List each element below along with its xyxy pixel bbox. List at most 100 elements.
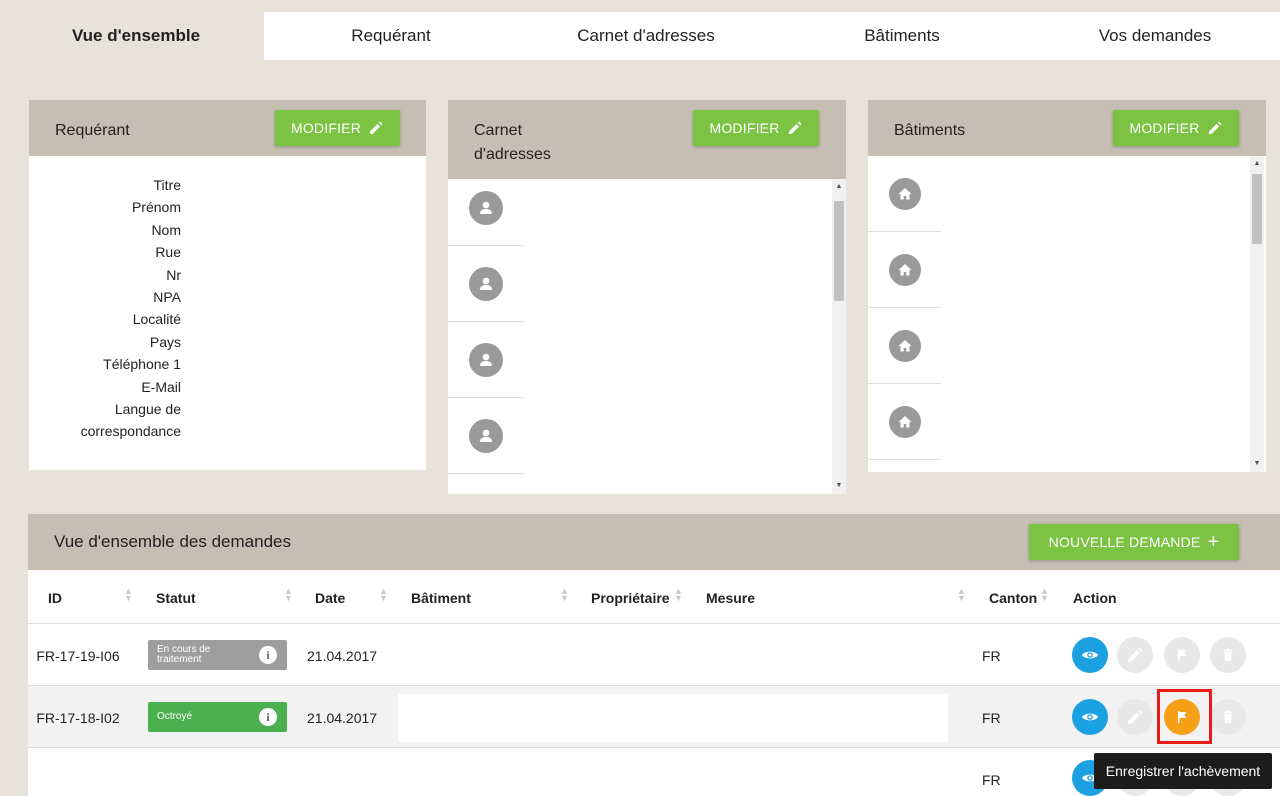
tab-vos-demandes[interactable]: Vos demandes xyxy=(1030,12,1280,60)
eye-icon xyxy=(1082,651,1098,659)
field-label-localite: Localité xyxy=(132,311,181,328)
sort-icon[interactable]: ▲ ▼ xyxy=(124,587,133,603)
field-label-npa: NPA xyxy=(153,289,181,306)
carnet-title-line1: Carnet xyxy=(474,122,523,139)
field-label-nr: Nr xyxy=(166,266,181,283)
list-item[interactable] xyxy=(868,308,941,384)
field-label-telephone: Téléphone 1 xyxy=(103,356,181,373)
column-header-proprietaire[interactable]: Propriétaire xyxy=(591,590,670,606)
requerant-panel-header: Requérant MODIFIER xyxy=(29,100,426,156)
list-item[interactable] xyxy=(448,179,524,246)
field-label-rue: Rue xyxy=(155,244,181,261)
list-item[interactable] xyxy=(448,246,524,322)
row-date: 21.04.2017 xyxy=(307,648,378,664)
field-label-email: E-Mail xyxy=(141,378,181,395)
list-item[interactable] xyxy=(868,384,941,460)
column-header-date[interactable]: Date xyxy=(315,590,345,606)
scroll-up-arrow-icon[interactable]: ▲ xyxy=(1253,160,1261,168)
batiments-panel: Bâtiments MODIFIER ▲ ▼ xyxy=(868,100,1266,472)
field-label-nom: Nom xyxy=(151,221,181,238)
pencil-icon xyxy=(1128,709,1143,724)
trash-icon xyxy=(1223,648,1233,661)
carnet-title-line2: d'adresses xyxy=(474,146,551,163)
field-label-pays: Pays xyxy=(149,333,181,350)
eye-icon xyxy=(1082,713,1098,721)
scroll-up-arrow-icon[interactable]: ▲ xyxy=(835,183,843,191)
carnet-list[interactable] xyxy=(448,179,832,494)
home-icon xyxy=(888,253,921,286)
scroll-down-arrow-icon[interactable]: ▼ xyxy=(1253,460,1261,468)
home-icon xyxy=(888,405,921,438)
sort-icon[interactable]: ▲ ▼ xyxy=(284,587,293,603)
scroll-thumb[interactable] xyxy=(1252,174,1262,244)
scroll-down-arrow-icon[interactable]: ▼ xyxy=(835,482,843,490)
status-badge: En cours de traitement i xyxy=(148,640,287,670)
column-header-statut[interactable]: Statut xyxy=(156,590,196,606)
view-button[interactable] xyxy=(1072,637,1108,673)
edit-button[interactable] xyxy=(1117,637,1153,673)
list-item[interactable] xyxy=(868,156,941,232)
scroll-thumb[interactable] xyxy=(834,201,844,301)
person-icon xyxy=(469,418,503,453)
pencil-icon xyxy=(1128,647,1143,662)
tab-batiments[interactable]: Bâtiments xyxy=(774,12,1030,60)
delete-button[interactable] xyxy=(1210,637,1246,673)
tab-vue-ensemble[interactable]: Vue d'ensemble xyxy=(8,12,264,60)
column-header-id[interactable]: ID xyxy=(48,590,62,606)
batiments-list[interactable] xyxy=(868,156,1250,472)
batiments-panel-header: Bâtiments MODIFIER xyxy=(868,100,1266,156)
status-badge: Octroyé i xyxy=(148,702,287,732)
batiments-panel-title: Bâtiments xyxy=(894,122,966,139)
field-label-langue: Langue de xyxy=(114,401,181,418)
sort-icon[interactable]: ▲ ▼ xyxy=(1040,587,1049,603)
row-batiment-cell xyxy=(398,694,948,742)
pencil-icon xyxy=(370,121,383,134)
list-item[interactable] xyxy=(448,322,524,398)
highlight-frame xyxy=(1157,689,1212,744)
tab-carnet-adresses[interactable]: Carnet d'adresses xyxy=(518,12,774,60)
tab-requerant[interactable]: Requérant xyxy=(264,12,518,60)
info-icon[interactable]: i xyxy=(259,708,277,726)
info-icon[interactable]: i xyxy=(259,646,277,664)
home-icon xyxy=(888,329,921,362)
carnet-scrollbar[interactable]: ▲ ▼ xyxy=(832,179,846,494)
complete-button[interactable] xyxy=(1164,637,1200,673)
sort-icon[interactable]: ▲ ▼ xyxy=(560,587,569,603)
person-icon xyxy=(469,266,503,301)
person-icon xyxy=(469,190,503,225)
batiments-modify-button[interactable]: MODIFIER xyxy=(1113,110,1239,146)
sort-icon[interactable]: ▲ ▼ xyxy=(379,587,388,603)
batiments-modify-label: MODIFIER xyxy=(1129,120,1200,136)
delete-button[interactable] xyxy=(1210,699,1246,735)
requerant-panel: Requérant MODIFIER Titre Prénom Nom Rue … xyxy=(29,100,426,470)
tab-bar: Vue d'ensemble Requérant Carnet d'adress… xyxy=(0,12,1280,60)
list-item[interactable] xyxy=(868,232,941,308)
column-header-action: Action xyxy=(1073,590,1117,606)
demandes-title: Vue d'ensemble des demandes xyxy=(54,532,291,551)
table-row: FR-17-19-I06 En cours de traitement i 21… xyxy=(28,624,1280,686)
trash-icon xyxy=(1223,710,1233,723)
field-label-correspondance: correspondance xyxy=(80,423,181,440)
new-demande-button[interactable]: NOUVELLE DEMANDE + xyxy=(1029,524,1239,560)
edit-button[interactable] xyxy=(1117,699,1153,735)
row-canton: FR xyxy=(982,710,1001,726)
flag-icon xyxy=(1178,649,1187,661)
sort-icon[interactable]: ▲ ▼ xyxy=(957,587,966,603)
carnet-modify-button[interactable]: MODIFIER xyxy=(693,110,819,146)
list-item[interactable] xyxy=(448,398,524,474)
row-date: 21.04.2017 xyxy=(307,710,378,726)
column-header-mesure[interactable]: Mesure xyxy=(706,590,755,606)
tooltip: Enregistrer l'achèvement xyxy=(1094,753,1272,789)
sort-icon[interactable]: ▲ ▼ xyxy=(674,587,683,603)
status-text-line1: Octroyé xyxy=(157,711,193,722)
column-header-batiment[interactable]: Bâtiment xyxy=(411,590,471,606)
view-button[interactable] xyxy=(1072,699,1108,735)
column-header-canton[interactable]: Canton xyxy=(989,590,1037,606)
home-icon xyxy=(888,177,921,210)
carnet-panel-title: Carnet d'adresses xyxy=(474,119,551,167)
requerant-modify-button[interactable]: MODIFIER xyxy=(275,110,400,146)
batiments-scrollbar[interactable]: ▲ ▼ xyxy=(1250,156,1264,472)
field-label-titre: Titre xyxy=(153,177,181,193)
row-canton: FR xyxy=(982,648,1001,664)
pencil-icon xyxy=(1208,121,1222,134)
